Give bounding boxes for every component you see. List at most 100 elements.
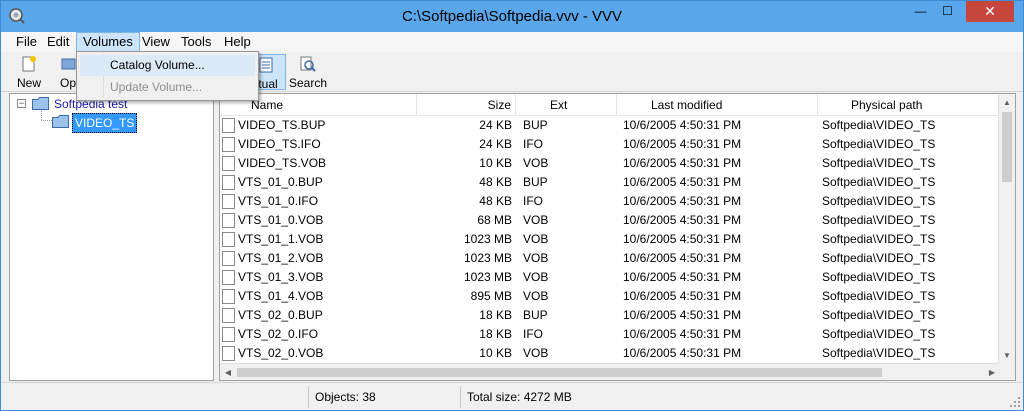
- table-row[interactable]: VTS_01_0.BUP 48 KB BUP 10/6/2005 4:50:31 PM…: [220, 173, 1000, 192]
- cell-ext: BUP: [523, 175, 548, 189]
- vertical-scrollbar[interactable]: ▲ ▼: [998, 94, 1015, 364]
- table-row[interactable]: VIDEO_TS.IFO 24 KB IFO 10/6/2005 4:50:31 PM…: [220, 135, 1000, 154]
- close-button[interactable]: ✕: [966, 1, 1014, 22]
- cell-name: VTS_02_0.VOB: [238, 346, 324, 360]
- new-catalog-icon: [22, 56, 36, 72]
- cell-ext: VOB: [523, 156, 549, 170]
- cell-size: 24 KB: [479, 137, 512, 151]
- cell-size: 48 KB: [479, 175, 512, 189]
- cell-name: VTS_01_2.VOB: [238, 251, 324, 265]
- resize-grip-icon[interactable]: [1009, 396, 1021, 408]
- cell-name: VIDEO_TS.VOB: [238, 156, 327, 170]
- menu-volumes[interactable]: Volumes: [76, 32, 140, 52]
- file-icon: [222, 251, 235, 266]
- cell-name: VTS_01_0.VOB: [238, 213, 324, 227]
- cell-physical-path: Softpedia\VIDEO_TS: [822, 308, 936, 322]
- new-button-label: New: [16, 76, 41, 90]
- minimize-button[interactable]: —: [907, 1, 934, 22]
- cell-size: 48 KB: [479, 194, 512, 208]
- vertical-scroll-thumb[interactable]: [1002, 112, 1012, 182]
- scroll-left-button[interactable]: ◀: [220, 364, 236, 380]
- volumes-menu: Catalog Volume... Update Volume...: [76, 51, 259, 101]
- table-row[interactable]: VTS_01_1.VOB 1023 MB VOB 10/6/2005 4:50:31 …: [220, 230, 1000, 249]
- file-icon: [222, 270, 235, 285]
- file-icon: [222, 175, 235, 190]
- menu-view[interactable]: View: [136, 32, 176, 52]
- cell-last-modified: 10/6/2005 4:50:31 PM: [623, 251, 742, 265]
- cell-physical-path: Softpedia\VIDEO_TS: [822, 270, 936, 284]
- menu-help[interactable]: Help: [218, 32, 257, 52]
- cell-last-modified: 10/6/2005 4:50:31 PM: [623, 346, 742, 360]
- cell-physical-path: Softpedia\VIDEO_TS: [822, 175, 936, 189]
- cell-physical-path: Softpedia\VIDEO_TS: [822, 232, 936, 246]
- search-icon: [300, 56, 316, 72]
- cell-physical-path: Softpedia\VIDEO_TS: [822, 346, 936, 360]
- table-row[interactable]: VTS_01_4.VOB 895 MB VOB 10/6/2005 4:50:31 P…: [220, 287, 1000, 306]
- volume-tree[interactable]: − Softpedia test VIDEO_TS: [9, 93, 214, 381]
- cell-ext: VOB: [523, 232, 549, 246]
- column-header-size[interactable]: Size: [417, 94, 516, 116]
- scroll-down-button[interactable]: ▼: [999, 347, 1015, 364]
- cell-size: 24 KB: [479, 118, 512, 132]
- cell-name: VIDEO_TS.IFO: [238, 137, 321, 151]
- cell-last-modified: 10/6/2005 4:50:31 PM: [623, 194, 742, 208]
- table-row[interactable]: VIDEO_TS.VOB 10 KB VOB 10/6/2005 4:50:31 PM…: [220, 154, 1000, 173]
- file-icon: [222, 156, 235, 171]
- tree-connector-h: [41, 120, 52, 121]
- file-icon: [222, 308, 235, 323]
- virtual-view-icon: [259, 57, 273, 73]
- cell-last-modified: 10/6/2005 4:50:31 PM: [623, 118, 742, 132]
- menu-file[interactable]: File: [10, 32, 43, 52]
- cell-last-modified: 10/6/2005 4:50:31 PM: [623, 327, 742, 341]
- cell-name: VTS_01_4.VOB: [238, 289, 324, 303]
- table-row[interactable]: VTS_02_0.IFO 18 KB IFO 10/6/2005 4:50:31 PM…: [220, 325, 1000, 344]
- cell-ext: IFO: [523, 137, 543, 151]
- tree-expander[interactable]: −: [17, 99, 26, 108]
- table-row[interactable]: VTS_01_0.VOB 68 MB VOB 10/6/2005 4:50:31 PM…: [220, 211, 1000, 230]
- file-icon: [222, 213, 235, 228]
- file-icon: [222, 118, 235, 133]
- table-row[interactable]: VIDEO_TS.BUP 24 KB BUP 10/6/2005 4:50:31 PM…: [220, 116, 1000, 135]
- search-button[interactable]: Search: [289, 54, 327, 90]
- window-title: C:\Softpedia\Softpedia.vvv - VVV: [401, 8, 623, 25]
- cell-last-modified: 10/6/2005 4:50:31 PM: [623, 270, 742, 284]
- cell-size: 895 MB: [470, 289, 512, 303]
- cell-size: 1023 MB: [463, 251, 512, 265]
- table-row[interactable]: VTS_01_2.VOB 1023 MB VOB 10/6/2005 4:50:31 …: [220, 249, 1000, 268]
- cell-last-modified: 10/6/2005 4:50:31 PM: [623, 308, 742, 322]
- horizontal-scrollbar[interactable]: ◀ ▶: [220, 363, 1000, 380]
- new-button[interactable]: New: [11, 54, 47, 90]
- title-bar[interactable]: C:\Softpedia\Softpedia.vvv - VVV — ☐ ✕: [1, 1, 1023, 32]
- table-row[interactable]: VTS_02_0.BUP 18 KB BUP 10/6/2005 4:50:31 PM…: [220, 306, 1000, 325]
- cell-ext: VOB: [523, 270, 549, 284]
- column-header-ext[interactable]: Ext: [516, 94, 617, 116]
- table-row[interactable]: VTS_01_0.IFO 48 KB IFO 10/6/2005 4:50:31 PM…: [220, 192, 1000, 211]
- file-icon: [222, 232, 235, 247]
- cell-last-modified: 10/6/2005 4:50:31 PM: [623, 156, 742, 170]
- list-header: Name Size Ext Last modified Physical pat…: [220, 94, 1000, 116]
- column-header-last-modified[interactable]: Last modified: [617, 94, 818, 116]
- table-row[interactable]: VTS_02_0.VOB 10 KB VOB 10/6/2005 4:50:31 PM…: [220, 344, 1000, 363]
- table-row[interactable]: VTS_01_3.VOB 1023 MB VOB 10/6/2005 4:50:31 …: [220, 268, 1000, 287]
- menu-tools[interactable]: Tools: [175, 32, 217, 52]
- cell-last-modified: 10/6/2005 4:50:31 PM: [623, 213, 742, 227]
- cell-name: VTS_01_1.VOB: [238, 232, 324, 246]
- cell-ext: IFO: [523, 327, 543, 341]
- horizontal-scroll-thumb[interactable]: [237, 368, 882, 377]
- status-bar: Objects: 38 Total size: 4272 MB: [1, 382, 1023, 410]
- column-header-physical-path[interactable]: Physical path: [818, 94, 1000, 116]
- file-icon: [222, 346, 235, 361]
- cell-ext: IFO: [523, 194, 543, 208]
- file-list[interactable]: Name Size Ext Last modified Physical pat…: [219, 93, 1016, 381]
- tree-item-video-ts[interactable]: VIDEO_TS: [52, 113, 212, 133]
- cell-name: VTS_02_0.BUP: [238, 308, 323, 322]
- maximize-button[interactable]: ☐: [934, 1, 961, 22]
- menu-catalog-volume[interactable]: Catalog Volume...: [80, 55, 255, 76]
- cell-physical-path: Softpedia\VIDEO_TS: [822, 251, 936, 265]
- cell-name: VTS_01_0.BUP: [238, 175, 323, 189]
- cell-size: 10 KB: [479, 156, 512, 170]
- menu-update-volume: Update Volume...: [110, 80, 203, 94]
- menu-edit[interactable]: Edit: [41, 32, 75, 52]
- folder-icon: [32, 97, 49, 110]
- scroll-up-button[interactable]: ▲: [999, 94, 1015, 111]
